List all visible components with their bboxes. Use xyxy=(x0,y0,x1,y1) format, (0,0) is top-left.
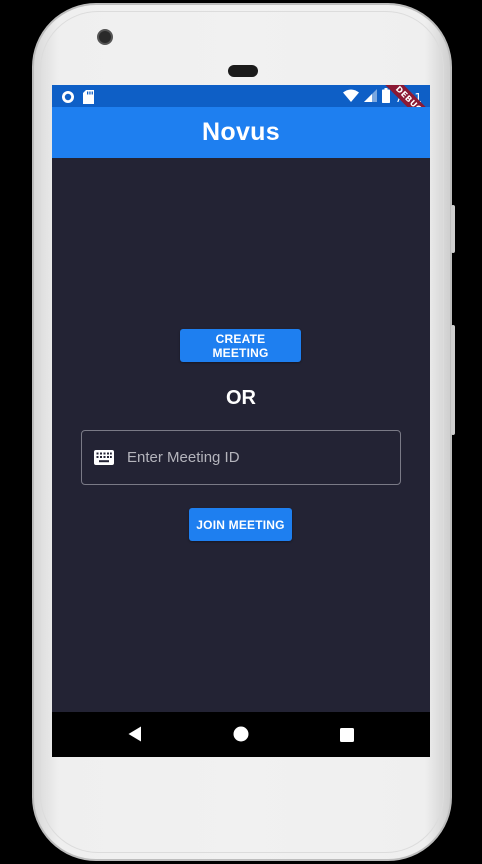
app-bar: Novus xyxy=(52,107,430,158)
earpiece-speaker xyxy=(228,65,258,77)
join-meeting-button[interactable]: JOIN MEETING xyxy=(189,508,292,541)
wifi-icon xyxy=(343,88,360,107)
or-separator: OR xyxy=(226,387,256,409)
device-screen: 7:01 DEBUG Novus CREATE MEETING OR xyxy=(52,85,430,757)
sd-card-icon xyxy=(83,89,94,108)
recents-icon[interactable] xyxy=(340,727,354,746)
back-icon[interactable] xyxy=(128,726,142,746)
front-camera xyxy=(97,29,113,45)
power-button xyxy=(451,325,455,435)
cellular-signal-icon xyxy=(364,88,378,107)
meeting-id-field[interactable] xyxy=(81,430,401,485)
app-title: Novus xyxy=(202,118,280,146)
volume-button xyxy=(451,205,455,253)
keyboard-icon xyxy=(94,450,114,469)
system-navigation-bar xyxy=(52,712,430,757)
home-icon[interactable] xyxy=(233,726,249,746)
meeting-id-input[interactable] xyxy=(125,431,390,484)
create-meeting-button[interactable]: CREATE MEETING xyxy=(180,329,301,362)
sync-icon xyxy=(61,89,75,108)
status-bar: 7:01 DEBUG xyxy=(52,85,430,135)
status-left-icons xyxy=(61,89,94,108)
battery-icon xyxy=(382,88,391,107)
